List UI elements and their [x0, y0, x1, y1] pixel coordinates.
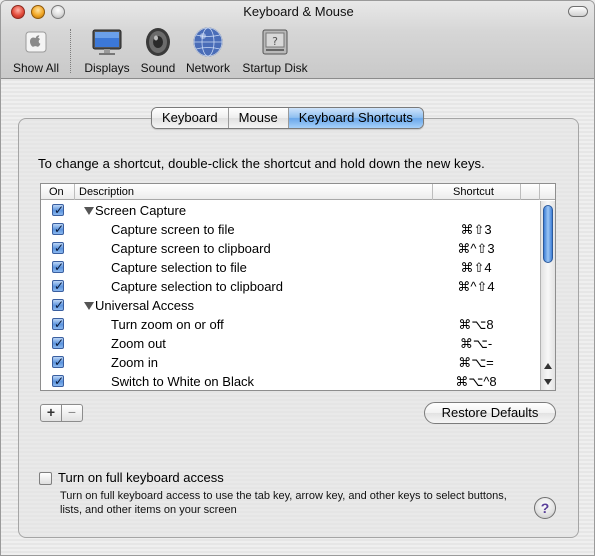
title-toolbar: Keyboard & Mouse Show All Displays Sound… [1, 1, 594, 79]
checkmark-icon: ✓ [54, 260, 65, 274]
column-header-shortcut[interactable]: Shortcut [453, 185, 494, 199]
table-row[interactable]: ✓ Turn zoom on or off ⌘⌥8 [41, 315, 541, 334]
full-keyboard-access-checkbox[interactable] [39, 472, 52, 485]
vertical-scrollbar[interactable] [540, 201, 555, 390]
checkmark-icon: ✓ [54, 241, 65, 255]
checkmark-icon: ✓ [54, 374, 65, 388]
shortcut-keys[interactable]: ⌘⌥= [433, 353, 519, 372]
apple-icon [25, 31, 47, 53]
toolbar-network-label: Network [185, 61, 230, 75]
speaker-icon [146, 28, 170, 56]
window-title: Keyboard & Mouse [243, 4, 354, 19]
checkmark-icon: ✓ [54, 222, 65, 236]
shortcut-keys[interactable]: ⌘^⇧4 [433, 277, 519, 296]
table-row-group[interactable]: ✓ Universal Access [41, 296, 541, 315]
shortcut-description: Capture screen to clipboard [111, 241, 271, 256]
toolbar-network[interactable]: Network [183, 25, 233, 79]
table-row[interactable]: ✓ Capture screen to clipboard ⌘^⇧3 [41, 239, 541, 258]
table-row[interactable]: ✓ Capture selection to file ⌘⇧4 [41, 258, 541, 277]
shortcuts-table: On Description Shortcut ✓ Screen Capture… [40, 183, 556, 391]
add-shortcut-button[interactable]: + [40, 404, 62, 422]
toolbar-displays[interactable]: Displays [81, 25, 133, 79]
tab-bar: Keyboard Mouse Keyboard Shortcuts [151, 107, 424, 129]
shortcut-description: Zoom in [111, 355, 158, 370]
help-button[interactable]: ? [534, 497, 556, 519]
group-label: Universal Access [95, 298, 194, 313]
restore-defaults-button[interactable]: Restore Defaults [424, 402, 556, 424]
group-label: Screen Capture [95, 203, 187, 218]
table-row[interactable]: ✓ Switch to White on Black ⌘⌥^8 [41, 372, 541, 391]
shortcut-description: Capture selection to clipboard [111, 279, 283, 294]
full-keyboard-access-description: Turn on full keyboard access to use the … [60, 490, 507, 516]
disclosure-triangle-icon[interactable] [84, 302, 94, 310]
shortcut-keys[interactable]: ⌘⌥^8 [433, 372, 519, 391]
column-header-on[interactable]: On [49, 185, 64, 199]
enabled-checkbox[interactable]: ✓ [52, 298, 64, 312]
instruction-text: To change a shortcut, double-click the s… [38, 156, 485, 171]
toolbar-sound-label: Sound [140, 61, 176, 75]
shortcut-keys[interactable]: ⌘⌥- [433, 334, 519, 353]
enabled-checkbox[interactable]: ✓ [52, 260, 64, 274]
table-row[interactable]: ✓ Capture screen to file ⌘⇧3 [41, 220, 541, 239]
toolbar-startup-disk[interactable]: ? Startup Disk [239, 25, 311, 79]
toolbar-separator [70, 29, 71, 73]
toolbar-show-all[interactable]: Show All [9, 25, 63, 79]
column-header-description[interactable]: Description [79, 185, 134, 199]
table-row[interactable]: ✓ Zoom in ⌘⌥= [41, 353, 541, 372]
column-divider [432, 184, 433, 200]
globe-icon [193, 27, 223, 57]
table-row-group[interactable]: ✓ Screen Capture [41, 201, 541, 220]
shortcut-description: Capture screen to file [111, 222, 235, 237]
shortcut-keys[interactable]: ⌘⇧3 [433, 220, 519, 239]
checkmark-icon: ✓ [54, 298, 65, 312]
enabled-checkbox[interactable]: ✓ [52, 203, 64, 217]
enabled-checkbox[interactable]: ✓ [52, 222, 64, 236]
shortcut-keys[interactable]: ⌘⇧4 [433, 258, 519, 277]
checkmark-icon: ✓ [54, 279, 65, 293]
table-row[interactable]: ✓ Zoom out ⌘⌥- [41, 334, 541, 353]
tab-keyboard[interactable]: Keyboard [152, 108, 229, 128]
checkmark-icon: ✓ [54, 317, 65, 331]
keyboard-mouse-window: Keyboard & Mouse Show All Displays Sound… [0, 0, 595, 556]
scrollbar-thumb[interactable] [543, 205, 553, 263]
toolbar-sound[interactable]: Sound [137, 25, 179, 79]
tab-mouse[interactable]: Mouse [228, 108, 289, 128]
toolbar-startup-disk-label: Startup Disk [242, 61, 308, 75]
scroll-up-arrow-icon[interactable] [544, 363, 552, 369]
column-divider [74, 184, 75, 200]
enabled-checkbox[interactable]: ✓ [52, 374, 64, 388]
disclosure-triangle-icon[interactable] [84, 207, 94, 215]
toolbar-show-all-label: Show All [12, 61, 60, 75]
display-icon [92, 29, 122, 55]
table-row[interactable]: ✓ Capture selection to clipboard ⌘^⇧4 [41, 277, 541, 296]
hard-disk-icon: ? [262, 29, 288, 55]
column-divider [539, 184, 540, 200]
shortcut-keys[interactable]: ⌘^⇧3 [433, 239, 519, 258]
enabled-checkbox[interactable]: ✓ [52, 336, 64, 350]
full-keyboard-access-label[interactable]: Turn on full keyboard access [58, 470, 224, 485]
remove-shortcut-button[interactable]: − [61, 404, 83, 422]
shortcut-description: Zoom out [111, 336, 166, 351]
svg-text:?: ? [272, 35, 278, 48]
table-rows: ✓ Screen Capture ✓ Capture screen to fil… [41, 201, 541, 391]
shortcut-description: Switch to White on Black [111, 374, 255, 389]
table-header: On Description Shortcut [41, 184, 555, 200]
scroll-down-arrow-icon[interactable] [544, 379, 552, 385]
checkmark-icon: ✓ [54, 336, 65, 350]
shortcut-description: Capture selection to file [111, 260, 247, 275]
tab-keyboard-shortcuts[interactable]: Keyboard Shortcuts [288, 108, 423, 128]
enabled-checkbox[interactable]: ✓ [52, 355, 64, 369]
column-divider [520, 184, 521, 200]
toolbar-toggle-button[interactable] [568, 6, 588, 17]
toolbar-displays-label: Displays [84, 61, 130, 75]
shortcut-keys[interactable]: ⌘⌥8 [433, 315, 519, 334]
enabled-checkbox[interactable]: ✓ [52, 241, 64, 255]
checkmark-icon: ✓ [54, 355, 65, 369]
shortcut-description: Turn zoom on or off [111, 317, 224, 332]
enabled-checkbox[interactable]: ✓ [52, 279, 64, 293]
checkmark-icon: ✓ [54, 203, 65, 217]
enabled-checkbox[interactable]: ✓ [52, 317, 64, 331]
